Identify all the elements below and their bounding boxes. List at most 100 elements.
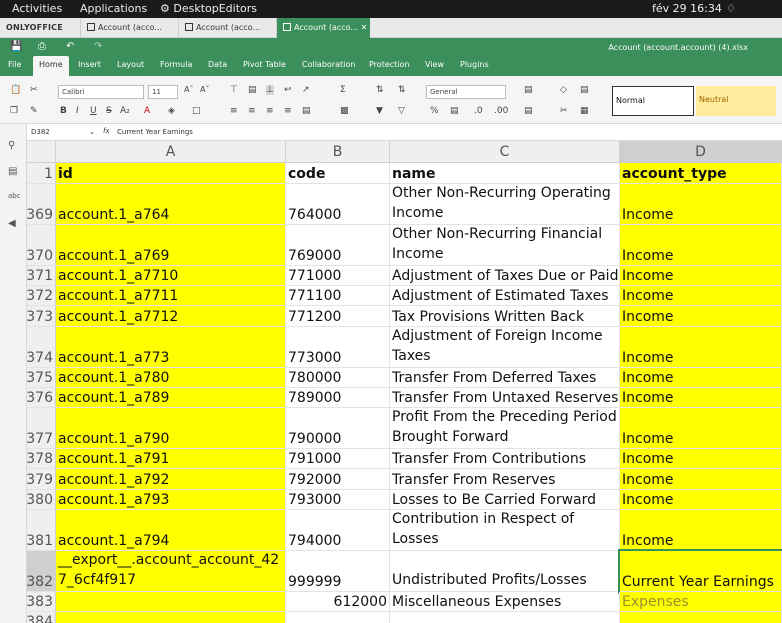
- chevron-down-icon[interactable]: ⌄: [89, 128, 95, 136]
- table-cell[interactable]: Income: [620, 266, 782, 286]
- table-cell[interactable]: Other Non-Recurring Operating Income: [390, 184, 620, 225]
- font-color-icon[interactable]: A: [144, 106, 150, 116]
- table-cell[interactable]: Other Non-Recurring Financial Income: [390, 225, 620, 266]
- table-cell[interactable]: 773000: [286, 327, 390, 368]
- table-cell[interactable]: account.1_a7712: [56, 306, 286, 327]
- header-cell[interactable]: code: [286, 163, 390, 184]
- font-name-select[interactable]: Calibri: [58, 85, 144, 99]
- formula-input[interactable]: Current Year Earnings: [117, 128, 193, 136]
- italic-icon[interactable]: I: [76, 106, 79, 116]
- table-cell[interactable]: 999999: [286, 551, 390, 592]
- cell-style-neutral[interactable]: Neutral: [696, 86, 776, 116]
- table-cell[interactable]: 791000: [286, 449, 390, 469]
- increase-decimal-icon[interactable]: .00: [494, 106, 508, 116]
- select-all-corner[interactable]: [27, 141, 56, 163]
- clear-filter-icon[interactable]: ▽: [398, 106, 405, 116]
- menu-view[interactable]: View: [425, 60, 444, 69]
- percent-icon[interactable]: %: [430, 106, 439, 116]
- table-cell[interactable]: account.1_a789: [56, 388, 286, 408]
- strikethrough-icon[interactable]: S: [106, 106, 112, 116]
- column-header-a[interactable]: A: [56, 141, 286, 163]
- menu-insert[interactable]: Insert: [78, 60, 101, 69]
- menu-home[interactable]: Home: [33, 56, 69, 76]
- menu-protection[interactable]: Protection: [369, 60, 409, 69]
- table-cell[interactable]: Income: [620, 306, 782, 327]
- spellcheck-icon[interactable]: abc: [8, 192, 21, 200]
- table-cell[interactable]: 771200: [286, 306, 390, 327]
- align-center-icon[interactable]: ≡: [248, 106, 256, 116]
- align-middle-icon[interactable]: ▤: [248, 85, 257, 95]
- table-cell[interactable]: Transfer From Reserves: [390, 469, 620, 490]
- table-cell[interactable]: account.1_a7711: [56, 286, 286, 306]
- filter-icon[interactable]: ▼: [376, 106, 383, 116]
- table-cell[interactable]: account.1_a773: [56, 327, 286, 368]
- header-cell[interactable]: account_type: [620, 163, 782, 184]
- table-cell[interactable]: Miscellaneous Expenses: [390, 592, 620, 612]
- table-cell[interactable]: 769000: [286, 225, 390, 266]
- column-header-c[interactable]: C: [390, 141, 620, 163]
- sort-asc-icon[interactable]: ⇅: [376, 85, 384, 95]
- clear-icon[interactable]: ◇: [560, 85, 567, 95]
- row-header[interactable]: 1: [27, 163, 56, 184]
- header-cell[interactable]: id: [56, 163, 286, 184]
- table-cell[interactable]: 612000: [286, 592, 390, 612]
- table-cell[interactable]: Income: [620, 368, 782, 388]
- table-cell[interactable]: 771100: [286, 286, 390, 306]
- justify-icon[interactable]: ≡: [284, 106, 292, 116]
- table-cell[interactable]: Income: [620, 388, 782, 408]
- table-cell[interactable]: account.1_a780: [56, 368, 286, 388]
- table-cell[interactable]: account.1_a769: [56, 225, 286, 266]
- row-header[interactable]: 378: [27, 449, 56, 469]
- table-cell[interactable]: 789000: [286, 388, 390, 408]
- table-cell[interactable]: Current Year Earnings: [618, 549, 782, 594]
- column-header-d[interactable]: D: [620, 141, 782, 163]
- sum-icon[interactable]: Σ: [340, 85, 346, 95]
- save-icon[interactable]: 💾: [10, 41, 22, 52]
- row-header[interactable]: 374: [27, 327, 56, 368]
- table-cell[interactable]: 793000: [286, 490, 390, 510]
- table-cell[interactable]: Income: [620, 225, 782, 266]
- row-header[interactable]: 380: [27, 490, 56, 510]
- menu-file[interactable]: File: [8, 60, 21, 69]
- row-header[interactable]: 382: [27, 551, 56, 592]
- wrap-text-icon[interactable]: ↩: [284, 85, 292, 95]
- document-tab-active[interactable]: Account (acco... ✕: [276, 18, 370, 38]
- table-cell[interactable]: Income: [620, 469, 782, 490]
- row-header[interactable]: 370: [27, 225, 56, 266]
- row-header[interactable]: 369: [27, 184, 56, 225]
- font-size-select[interactable]: 11: [148, 85, 178, 99]
- table-cell[interactable]: Income: [620, 408, 782, 449]
- table-cell[interactable]: account.1_a791: [56, 449, 286, 469]
- sort-desc-icon[interactable]: ⇅: [398, 85, 406, 95]
- table-cell[interactable]: [56, 592, 286, 612]
- row-header[interactable]: 376: [27, 388, 56, 408]
- table-cell[interactable]: 794000: [286, 510, 390, 551]
- document-tab[interactable]: Account (acco...: [178, 18, 276, 38]
- align-top-icon[interactable]: ⊤: [230, 85, 238, 95]
- borders-icon[interactable]: □: [192, 106, 201, 116]
- table-cell[interactable]: Transfer From Contributions: [390, 449, 620, 469]
- table-cell[interactable]: Income: [620, 184, 782, 225]
- row-header[interactable]: 371: [27, 266, 56, 286]
- table-cell[interactable]: account.1_a792: [56, 469, 286, 490]
- subscript-icon[interactable]: A₂: [120, 106, 130, 116]
- table-cell[interactable]: 780000: [286, 368, 390, 388]
- row-header[interactable]: 372: [27, 286, 56, 306]
- table-cell[interactable]: Profit From the Preceding Period Brought…: [390, 408, 620, 449]
- cut-icon[interactable]: ✂: [30, 85, 38, 95]
- copy-icon[interactable]: ❐: [10, 106, 18, 116]
- close-icon[interactable]: ✕: [361, 23, 368, 32]
- named-ranges-icon[interactable]: ▩: [340, 106, 349, 116]
- row-header[interactable]: 373: [27, 306, 56, 327]
- align-right-icon[interactable]: ≡: [266, 106, 274, 116]
- cell-reference-box[interactable]: D382: [31, 128, 87, 136]
- table-cell[interactable]: 790000: [286, 408, 390, 449]
- align-bottom-icon[interactable]: ⊥: [266, 85, 274, 95]
- table-cell[interactable]: Losses to Be Carried Forward: [390, 490, 620, 510]
- table-cell[interactable]: account.1_a794: [56, 510, 286, 551]
- table-cell[interactable]: Undistributed Profits/Losses: [390, 551, 620, 592]
- redo-icon[interactable]: ↷: [94, 41, 102, 52]
- print-icon[interactable]: ⎙: [38, 41, 46, 52]
- table-cell[interactable]: [286, 612, 390, 623]
- underline-icon[interactable]: U: [90, 106, 97, 116]
